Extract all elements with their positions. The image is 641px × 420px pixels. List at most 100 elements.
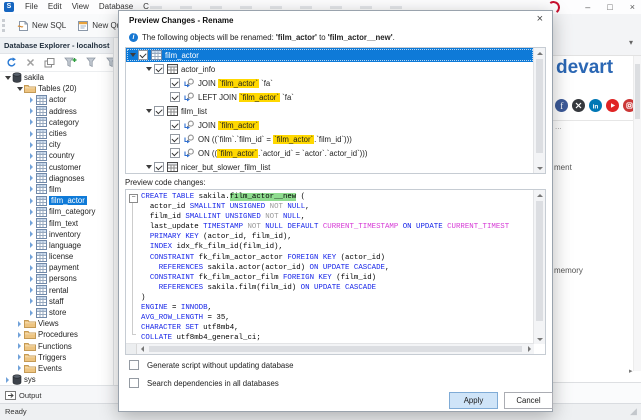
sidebar-item-customer[interactable]: customer — [0, 162, 113, 173]
expand-arrow-icon[interactable] — [27, 287, 36, 293]
output-tab[interactable]: Output — [0, 385, 118, 404]
expand-arrow-icon[interactable] — [15, 321, 24, 327]
sidebar-item-functions[interactable]: Functions — [0, 341, 113, 352]
expand-arrow-icon[interactable] — [27, 298, 36, 304]
sidebar-item-tables-20[interactable]: Tables (20) — [0, 83, 113, 94]
scrollbar-thumb[interactable] — [149, 346, 522, 352]
sidebar-item-sakila[interactable]: sakila — [0, 72, 113, 83]
sidebar-item-language[interactable]: language — [0, 240, 113, 251]
minimize-button[interactable]: – — [585, 0, 590, 14]
expand-arrow-icon[interactable] — [27, 220, 36, 226]
sidebar-item-country[interactable]: country — [0, 150, 113, 161]
checkbox[interactable] — [170, 78, 180, 88]
splitter-handle[interactable] — [126, 344, 137, 354]
checkbox[interactable] — [129, 378, 139, 388]
checkbox[interactable] — [154, 64, 164, 74]
background-scrollbar[interactable] — [633, 56, 641, 371]
expand-arrow-icon[interactable] — [3, 377, 12, 383]
expand-arrow-icon[interactable] — [3, 76, 12, 80]
expand-arrow-icon[interactable] — [15, 365, 24, 371]
panel-header[interactable]: Database Explorer - localhost — [0, 38, 113, 54]
sidebar-item-payment[interactable]: payment — [0, 262, 113, 273]
checkbox[interactable] — [129, 360, 139, 370]
change-row[interactable]: actor_info — [126, 62, 534, 76]
chevron-down-icon[interactable]: ▾ — [629, 38, 633, 47]
scroll-down-arrow-icon[interactable] — [534, 163, 545, 173]
sidebar-item-city[interactable]: city — [0, 139, 113, 150]
expand-arrow-icon[interactable] — [27, 186, 36, 192]
expand-arrow-icon[interactable] — [27, 97, 36, 103]
vertical-scrollbar[interactable] — [533, 48, 545, 173]
scroll-right-arrow-icon[interactable]: ▸ — [629, 367, 633, 375]
checkbox[interactable] — [170, 148, 180, 158]
resize-grip[interactable]: ◢ — [630, 406, 637, 417]
sidebar-item-inventory[interactable]: inventory — [0, 229, 113, 240]
change-row[interactable]: nicer_but_slower_film_list — [126, 160, 534, 174]
menu-item-edit[interactable]: Edit — [43, 0, 67, 14]
expand-arrow-icon[interactable] — [27, 108, 36, 114]
fold-collapse-icon[interactable]: − — [129, 194, 138, 203]
sidebar-item-film-text[interactable]: film_text — [0, 217, 113, 228]
x-icon[interactable] — [572, 99, 585, 112]
sidebar-item-views[interactable]: Views — [0, 318, 113, 329]
sidebar-item-cities[interactable]: cities — [0, 128, 113, 139]
expand-arrow-icon[interactable] — [15, 343, 24, 349]
expand-arrow-icon[interactable] — [144, 109, 153, 113]
refresh-icon[interactable] — [6, 57, 17, 68]
sidebar-item-category[interactable]: category — [0, 117, 113, 128]
sidebar-item-store[interactable]: store — [0, 307, 113, 318]
scroll-right-arrow-icon[interactable] — [524, 344, 534, 354]
expand-arrow-icon[interactable] — [15, 354, 24, 360]
menu-item-file[interactable]: File — [20, 0, 43, 14]
expand-arrow-icon[interactable] — [27, 276, 36, 282]
change-row[interactable]: ON ((`film`.`film_id` = `film_actor`.`fi… — [126, 132, 534, 146]
change-row[interactable]: film_actor — [126, 48, 534, 62]
checkbox[interactable] — [170, 134, 180, 144]
expand-arrow-icon[interactable] — [27, 209, 36, 215]
sidebar-item-address[interactable]: address — [0, 106, 113, 117]
code-preview[interactable]: − CREATE TABLE sakila.film_actor__new ( … — [125, 189, 546, 355]
youtube-icon[interactable] — [606, 99, 619, 112]
facebook-icon[interactable]: f — [555, 99, 568, 112]
change-row[interactable]: JOIN `film_actor` — [126, 118, 534, 132]
sidebar-item-diagnoses[interactable]: diagnoses — [0, 173, 113, 184]
sidebar-item-film-actor[interactable]: film_actor — [0, 195, 113, 206]
sidebar-item-rental[interactable]: rental — [0, 285, 113, 296]
sidebar-item-triggers[interactable]: Triggers — [0, 352, 113, 363]
sidebar-item-persons[interactable]: persons — [0, 273, 113, 284]
checkbox[interactable] — [154, 106, 164, 116]
maximize-button[interactable]: □ — [607, 0, 612, 14]
close-icon[interactable] — [26, 58, 35, 67]
sidebar-item-sys[interactable]: sys — [0, 374, 113, 385]
sidebar-item-film[interactable]: film — [0, 184, 113, 195]
expand-arrow-icon[interactable] — [27, 142, 36, 148]
scrollbar-thumb[interactable] — [536, 59, 543, 153]
close-button[interactable]: × — [630, 0, 635, 14]
checkbox[interactable] — [154, 162, 164, 172]
checkbox[interactable] — [170, 92, 180, 102]
sidebar-item-procedures[interactable]: Procedures — [0, 329, 113, 340]
expand-arrow-icon[interactable] — [27, 198, 36, 204]
horizontal-scrollbar[interactable] — [126, 343, 534, 354]
sidebar-item-events[interactable]: Events — [0, 363, 113, 374]
expand-arrow-icon[interactable] — [128, 53, 137, 57]
scroll-down-arrow-icon[interactable] — [534, 334, 545, 344]
sidebar-item-license[interactable]: license — [0, 251, 113, 262]
menu-item-view[interactable]: View — [67, 0, 94, 14]
expand-arrow-icon[interactable] — [27, 242, 36, 248]
change-row[interactable]: film_list — [126, 104, 534, 118]
change-row[interactable]: LEFT JOIN `film_actor` `fa` — [126, 90, 534, 104]
expand-arrow-icon[interactable] — [144, 165, 153, 169]
sidebar-item-actor[interactable]: actor — [0, 94, 113, 105]
scrollbar-thumb[interactable] — [536, 201, 543, 321]
refresh-object-icon[interactable] — [44, 58, 55, 68]
filter-icon[interactable] — [86, 57, 97, 68]
cancel-button[interactable]: Cancel — [504, 392, 553, 409]
sidebar-item-staff[interactable]: staff — [0, 296, 113, 307]
expand-arrow-icon[interactable] — [27, 254, 36, 260]
scroll-up-arrow-icon[interactable] — [534, 190, 545, 200]
scroll-left-arrow-icon[interactable] — [137, 344, 147, 354]
expand-arrow-icon[interactable] — [27, 164, 36, 170]
apply-button[interactable]: Apply — [449, 392, 498, 409]
vertical-scrollbar[interactable] — [533, 190, 545, 344]
